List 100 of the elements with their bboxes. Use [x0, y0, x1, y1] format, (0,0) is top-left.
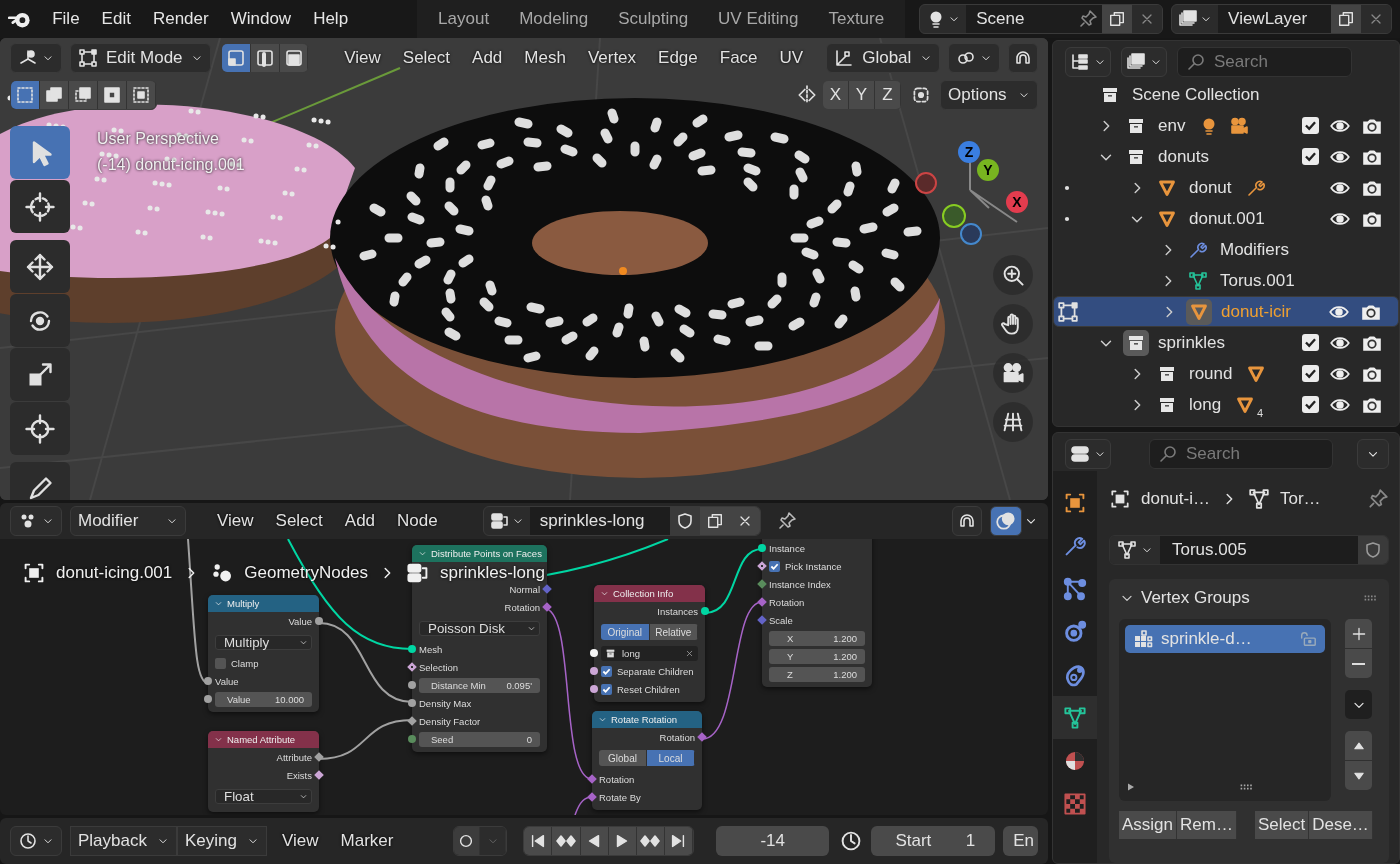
orientation-dropdown[interactable]: Global [826, 43, 940, 73]
socket-label: Density Max [419, 697, 472, 709]
workspace-tab[interactable]: Texture [813, 4, 900, 34]
workspace-tab[interactable]: Modeling [504, 4, 604, 34]
navigation-gizmo[interactable]: Z Y X [905, 138, 1035, 288]
outliner-item[interactable]: donut.001 [1189, 208, 1265, 229]
menu-item[interactable]: File [41, 9, 91, 29]
socket-label: Rotation [659, 731, 695, 743]
view-name: User Perspective [97, 129, 220, 149]
vertex-group-name: sprinkle-d… [1161, 629, 1253, 649]
socket-label: Instances [657, 605, 698, 617]
menu-item[interactable]: Add [465, 48, 510, 68]
mode-toggle[interactable]: Global [599, 750, 647, 766]
socket-label: Rotate By [599, 791, 641, 803]
socket-label: Rotation [769, 596, 805, 608]
node-header: Rotate Rotation [592, 711, 702, 728]
outliner-item[interactable]: Scene Collection [1132, 84, 1260, 105]
context-dropdown[interactable]: Modifier [70, 506, 186, 536]
menu-item[interactable]: UV [772, 48, 811, 68]
checkbox-label: Separate Children [617, 665, 694, 677]
axis-toggle[interactable]: Y [849, 81, 875, 109]
menu-item[interactable]: Select [268, 511, 330, 531]
node-dropdown[interactable]: Multiply [215, 634, 312, 650]
outliner-item[interactable]: Torus.001 [1220, 270, 1295, 291]
menu-item[interactable]: Mesh [517, 48, 573, 68]
menu-item[interactable]: Node [390, 511, 445, 531]
checkbox-label: Reset Children [617, 683, 680, 695]
node-header: Named Attribute [208, 731, 319, 748]
mode-dropdown[interactable]: Edit Mode [70, 43, 212, 73]
menu-item[interactable]: Help [302, 9, 360, 29]
outliner-item[interactable]: donut [1189, 177, 1232, 198]
menu-item[interactable]: Add [337, 511, 383, 531]
socket-label: Value [215, 675, 239, 687]
number-field[interactable]: Z 1.200 [769, 666, 865, 682]
outliner-item[interactable]: long [1189, 394, 1222, 415]
mode-toggle[interactable]: Local [647, 750, 695, 766]
node-dropdown[interactable]: Poisson Disk [419, 620, 540, 636]
menu-item[interactable]: Render [141, 9, 220, 29]
menu-item[interactable]: View [274, 831, 326, 851]
collection-field[interactable]: long [601, 645, 698, 661]
workspace-tab[interactable]: Sculpting [603, 4, 704, 34]
options-dropdown[interactable]: Options [940, 80, 1038, 110]
socket-label: Instance Index [769, 578, 831, 590]
mode-toggle[interactable]: Relative [649, 624, 698, 640]
workspace-tab[interactable]: UV Editing [703, 4, 814, 34]
menu-item[interactable]: View [210, 511, 261, 531]
axis-toggle[interactable]: X [823, 81, 849, 109]
node-header: Multiply [208, 595, 319, 612]
menu-item[interactable]: Vertex [580, 48, 644, 68]
number-field[interactable]: Y 1.200 [769, 648, 865, 664]
socket-label: Rotation [504, 601, 540, 613]
number-field[interactable]: Distance Min 0.095' [419, 677, 540, 693]
menu-item[interactable]: Marker [333, 831, 401, 851]
start-frame-field[interactable]: Start 1 [871, 826, 996, 856]
socket-label: Exists [286, 769, 312, 781]
socket-label: Attribute [276, 751, 312, 763]
outliner-item[interactable]: donut-icir [1221, 301, 1291, 322]
number-field[interactable]: Seed 0 [419, 731, 540, 747]
breadcrumb[interactable]: donut-icing.001 [56, 563, 173, 583]
search-field[interactable]: Search [1177, 47, 1352, 77]
breadcrumb: donut-i… [1141, 489, 1210, 509]
socket-label: Instance [769, 542, 805, 554]
node-dropdown[interactable]: Float [215, 788, 312, 804]
mode-toggle[interactable]: Original [601, 624, 650, 640]
menu-item[interactable]: Select [395, 48, 458, 68]
axis-label: Y [983, 162, 993, 178]
axis-toggle[interactable]: Z [875, 81, 901, 109]
menu-dropdown[interactable]: Keying [177, 826, 267, 856]
axis-label: X [1012, 194, 1022, 210]
search-field[interactable]: Search [1149, 439, 1333, 469]
current-frame-field[interactable]: -14 [716, 826, 830, 856]
object-info: (-14) donut-icing.001 [97, 155, 245, 175]
vertex-group-action-button[interactable]: Assign [1119, 811, 1178, 839]
outliner-item[interactable]: env [1158, 115, 1186, 136]
menu-item[interactable]: Edge [651, 48, 705, 68]
outliner-item[interactable]: Modifiers [1220, 239, 1289, 260]
number-field[interactable]: X 1.200 [769, 630, 865, 646]
outliner-item[interactable]: round [1189, 363, 1233, 384]
end-frame-field[interactable]: En [1003, 826, 1038, 856]
object-count: 4 [1257, 406, 1264, 419]
socket-label: Value [288, 615, 312, 627]
menu-item[interactable]: View [337, 48, 388, 68]
socket-label: Normal [509, 583, 540, 595]
menu-dropdown[interactable]: Playback [70, 826, 177, 856]
vertex-group-action-button[interactable]: Select [1254, 811, 1310, 839]
number-field[interactable]: Value 10.000 [215, 691, 312, 707]
menu-item[interactable]: Face [712, 48, 765, 68]
menu-item[interactable]: Edit [90, 9, 142, 29]
node-header: Distribute Points on Faces [412, 545, 547, 562]
checkbox-label: Pick Instance [785, 560, 842, 572]
outliner-item[interactable]: donuts [1158, 146, 1210, 167]
socket-label: Density Factor [419, 715, 481, 727]
vertex-group-item[interactable]: sprinkle-d… [1125, 625, 1325, 653]
vertex-group-action-button[interactable]: Rem… [1177, 811, 1237, 839]
panel-title[interactable]: Vertex Groups [1141, 588, 1250, 608]
breadcrumb[interactable]: sprinkles-long [440, 563, 545, 583]
vertex-group-action-button[interactable]: Dese… [1309, 811, 1373, 839]
menu-item[interactable]: Window [219, 9, 303, 29]
outliner-item[interactable]: sprinkles [1158, 332, 1226, 353]
workspace-tab[interactable]: Layout [423, 4, 505, 34]
